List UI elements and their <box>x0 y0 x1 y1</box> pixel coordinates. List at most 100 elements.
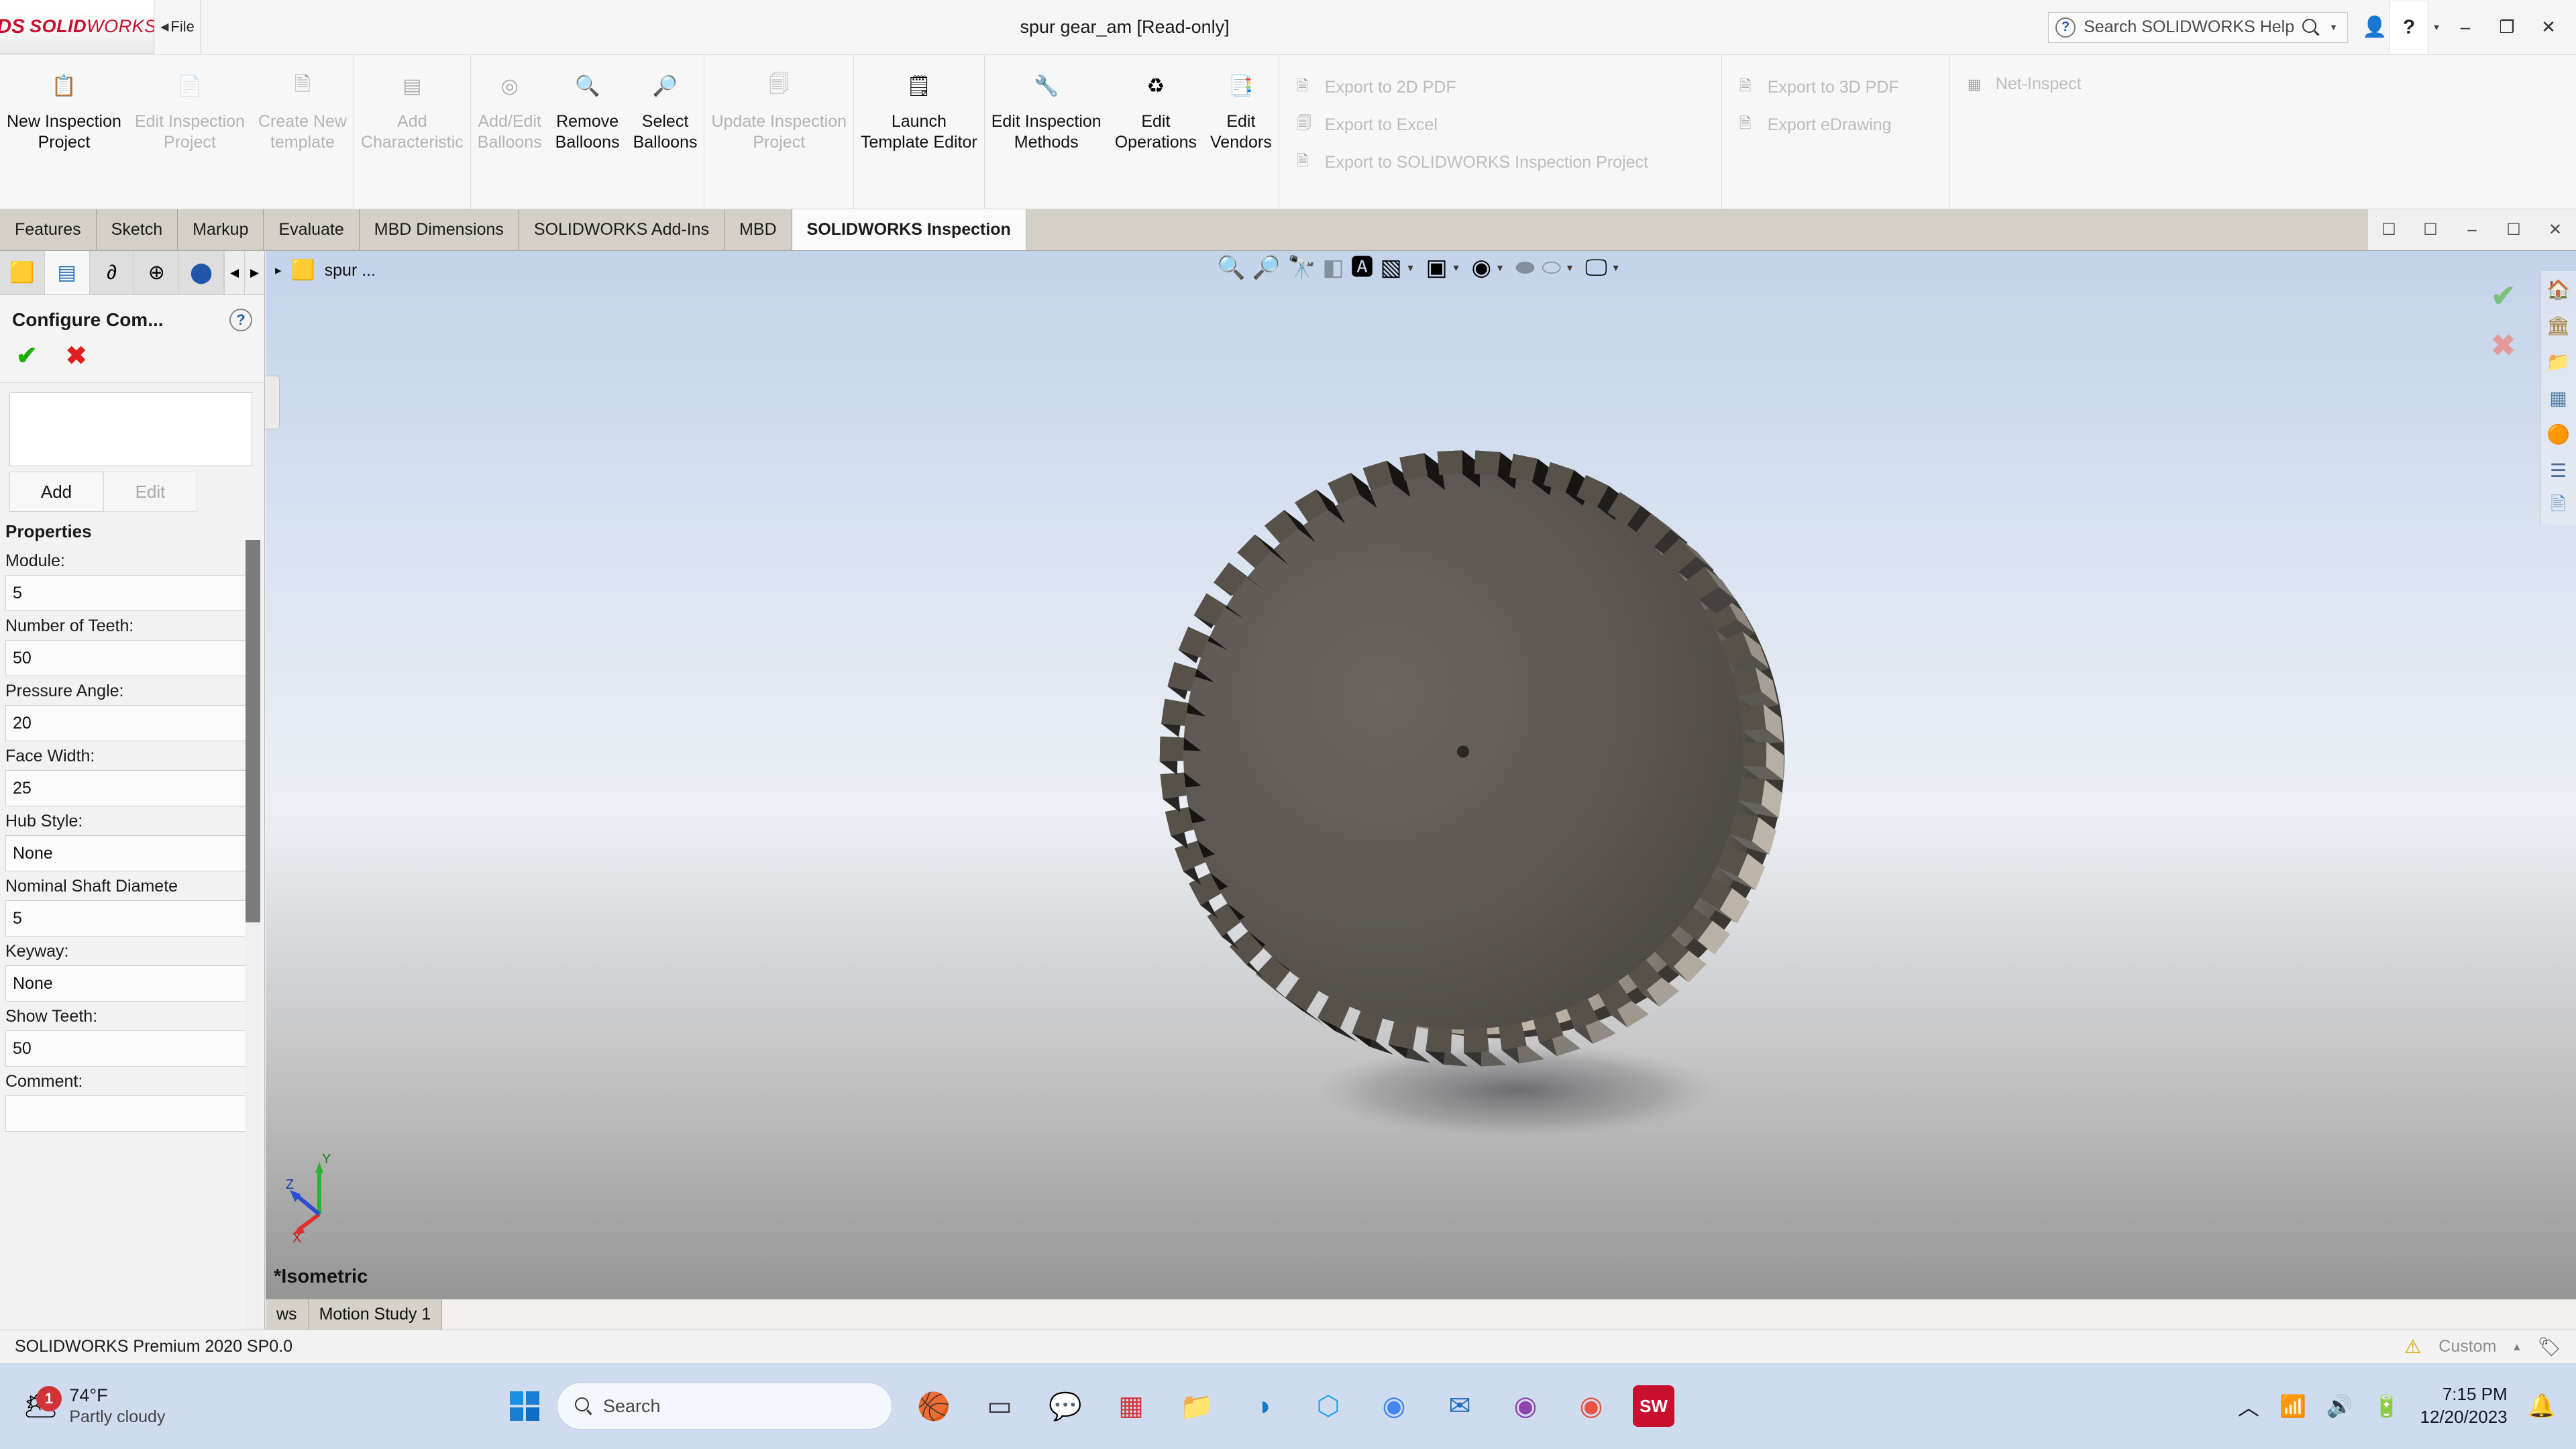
acrobat-icon[interactable]: ◉ <box>1567 1382 1615 1430</box>
pressure-angle-input[interactable]: 20 <box>5 705 250 741</box>
tab-mbd-dimensions[interactable]: MBD Dimensions <box>359 209 519 250</box>
edge-icon[interactable]: ◑ <box>1238 1382 1287 1430</box>
keyway-input[interactable]: None <box>5 965 250 1002</box>
taskbar-search-box[interactable]: Search <box>557 1383 892 1430</box>
help-search-box[interactable]: ? Search SOLIDWORKS Help ▼ <box>2048 11 2348 43</box>
minimize-button[interactable]: – <box>2445 1 2486 54</box>
property-manager-tab[interactable]: ▤ <box>44 251 90 294</box>
properties-scrollbar-thumb[interactable] <box>246 540 260 922</box>
chevron-down-icon[interactable]: ▼ <box>2329 22 2338 32</box>
home-icon[interactable]: 🏠 <box>2540 271 2576 307</box>
new-inspection-project-button[interactable]: 📋 New Inspection Project <box>0 55 128 209</box>
notifications-bell-icon[interactable]: 🔔 <box>2528 1393 2556 1419</box>
file-explorer-icon[interactable]: 📁 <box>2540 343 2576 380</box>
widgets-icon[interactable]: ▦ <box>1107 1382 1155 1430</box>
chrome-profile-icon[interactable]: ◉ <box>1501 1382 1550 1430</box>
display-monitor-icon[interactable]: 🖵 <box>1585 256 1607 279</box>
comment-input[interactable] <box>5 1095 250 1132</box>
doc-restore-1-button[interactable]: ☐ <box>2368 210 2410 250</box>
view-palette-icon[interactable]: ▦ <box>2540 380 2576 416</box>
zoom-to-fit-icon[interactable]: 🔍 <box>1217 256 1245 279</box>
configuration-manager-tab[interactable]: ∂ <box>89 251 135 294</box>
help-dropdown-caret-icon[interactable]: ▼ <box>2428 22 2445 32</box>
help-button[interactable]: ? <box>2390 1 2428 54</box>
chrome-icon[interactable]: ◉ <box>1370 1382 1418 1430</box>
search-icon[interactable] <box>2302 18 2320 36</box>
doc-close-button[interactable]: ✕ <box>2534 210 2576 250</box>
user-account-button[interactable]: 👤 <box>2360 15 2390 39</box>
task-view-icon[interactable]: ▭ <box>975 1382 1024 1430</box>
units-caret-icon[interactable]: ▴ <box>2514 1340 2520 1354</box>
manager-tab-prev-button[interactable]: ◀ <box>224 251 244 294</box>
feature-manager-tab[interactable]: 🟨 <box>0 251 45 294</box>
face-width-input[interactable]: 25 <box>5 770 250 806</box>
tab-mbd[interactable]: MBD <box>724 209 792 250</box>
tab-features[interactable]: Features <box>0 209 97 250</box>
custom-properties-icon[interactable]: ☰ <box>2540 452 2576 488</box>
display-states-icon[interactable]: 🖹 <box>2540 488 2576 525</box>
edit-operations-button[interactable]: ♻ Edit Operations <box>1108 55 1203 209</box>
viewport-cancel-button[interactable]: ✖ <box>2491 331 2516 361</box>
graphics-viewport[interactable]: ▸ 🟨 spur ... 🔍 🔎 🔭 ◧ 🅰 ▧ ▼ ▣ ▼ ◉ ▼ ⬬ ⬭ ▼ 🖵 ▼ … <box>266 251 2576 1330</box>
design-library-icon[interactable]: 🏛 <box>2540 307 2576 343</box>
clock[interactable]: 7:15 PM 12/20/2023 <box>2420 1383 2508 1429</box>
model-views-tab[interactable]: ws <box>266 1299 309 1330</box>
zoom-to-area-icon[interactable]: 🔎 <box>1252 256 1281 279</box>
tab-sketch[interactable]: Sketch <box>96 209 178 250</box>
nominal-shaft-diameter-input[interactable]: 5 <box>5 900 250 936</box>
show-teeth-input[interactable]: 50 <box>5 1030 250 1067</box>
viewport-confirm-button[interactable]: ✔ <box>2491 282 2516 311</box>
performance-warning-icon[interactable]: ⚠ <box>2404 1336 2421 1358</box>
tab-evaluate[interactable]: Evaluate <box>264 209 360 250</box>
display-style-icon[interactable]: ▧ <box>1381 256 1402 279</box>
module-input[interactable]: 5 <box>5 575 250 611</box>
edit-inspection-methods-button[interactable]: 🔧 Edit Inspection Methods <box>985 55 1108 209</box>
display-manager-tab[interactable]: ⬤ <box>179 251 224 294</box>
appearances-scenes-icon[interactable]: 🟠 <box>2540 416 2576 452</box>
tab-solidworks-add-ins[interactable]: SOLIDWORKS Add-Ins <box>519 209 725 250</box>
file-menu-button[interactable]: ◀ File <box>154 0 201 54</box>
solidworks-logo[interactable]: DS SOLIDWORKS <box>0 0 156 54</box>
configuration-list-box[interactable] <box>9 392 252 466</box>
add-button[interactable]: Add <box>9 472 103 512</box>
panel-help-icon[interactable]: ? <box>229 309 252 331</box>
volume-icon[interactable]: 🔊 <box>2326 1393 2353 1419</box>
chevron-down-icon[interactable]: ▼ <box>1611 262 1621 273</box>
number-of-teeth-input[interactable]: 50 <box>5 640 250 676</box>
chevron-down-icon[interactable]: ▼ <box>1406 262 1415 273</box>
chat-icon[interactable]: 💬 <box>1041 1382 1089 1430</box>
doc-maximize-button[interactable]: ☐ <box>2493 210 2534 250</box>
doc-minimize-button[interactable]: – <box>2451 210 2493 250</box>
chevron-down-icon[interactable]: ▼ <box>1565 262 1574 273</box>
show-hidden-icons-chevron-icon[interactable]: ︿ <box>2238 1391 2259 1421</box>
dimxpert-manager-tab[interactable]: ⊕ <box>134 251 180 294</box>
manager-tab-next-button[interactable]: ▶ <box>244 251 264 294</box>
previous-view-icon[interactable]: 🔭 <box>1287 256 1316 279</box>
hub-style-input[interactable]: None <box>5 835 250 871</box>
chevron-down-icon[interactable]: ▼ <box>1495 262 1505 273</box>
doc-restore-2-button[interactable]: ☐ <box>2410 210 2451 250</box>
edit-appearance-icon[interactable]: ◉ <box>1472 256 1492 279</box>
panel-confirm-button[interactable]: ✔ <box>16 343 38 369</box>
feature-tree-root[interactable]: ▸ 🟨 spur ... <box>266 251 487 290</box>
tag-icon[interactable]: 🏷 <box>2537 1336 2561 1358</box>
properties-scrollbar[interactable] <box>246 540 260 1330</box>
restore-button[interactable]: ❐ <box>2486 1 2528 54</box>
wifi-icon[interactable]: 📶 <box>2279 1393 2306 1419</box>
tab-markup[interactable]: Markup <box>178 209 264 250</box>
hide-show-items-icon[interactable]: ▣ <box>1426 256 1448 279</box>
panel-collapse-handle[interactable] <box>265 376 280 429</box>
chevron-down-icon[interactable]: ▼ <box>1452 262 1461 273</box>
edit-vendors-button[interactable]: 📑 Edit Vendors <box>1203 55 1279 209</box>
file-explorer-icon[interactable]: 📁 <box>1173 1382 1221 1430</box>
close-button[interactable]: ✕ <box>2528 1 2569 54</box>
remove-balloons-button[interactable]: 🔍 Remove Balloons <box>549 55 627 209</box>
panel-cancel-button[interactable]: ✖ <box>66 343 87 369</box>
units-label[interactable]: Custom <box>2438 1337 2496 1356</box>
launch-template-editor-button[interactable]: 🗒 Launch Template Editor <box>854 55 984 209</box>
solidworks-app-icon[interactable]: SW <box>1633 1385 1674 1427</box>
motion-study-tab[interactable]: Motion Study 1 <box>309 1299 443 1330</box>
tab-solidworks-inspection[interactable]: SOLIDWORKS Inspection <box>792 209 1026 250</box>
view-orientation-icon[interactable]: 🅰 <box>1351 256 1374 279</box>
mail-icon[interactable]: ✉ <box>1436 1382 1484 1430</box>
